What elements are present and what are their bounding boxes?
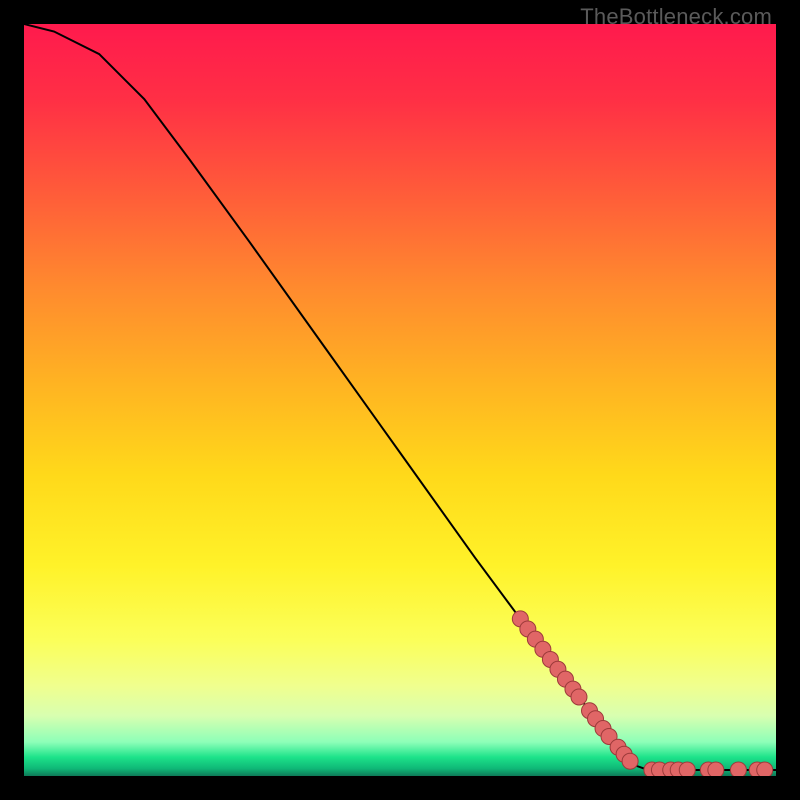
data-marker xyxy=(679,762,695,776)
data-marker xyxy=(708,762,724,776)
data-marker xyxy=(757,762,773,776)
data-marker xyxy=(622,753,638,769)
chart-canvas xyxy=(24,24,776,776)
gradient-background xyxy=(24,24,776,776)
chart-frame xyxy=(24,24,776,776)
data-marker xyxy=(571,689,587,705)
data-marker xyxy=(730,762,746,776)
